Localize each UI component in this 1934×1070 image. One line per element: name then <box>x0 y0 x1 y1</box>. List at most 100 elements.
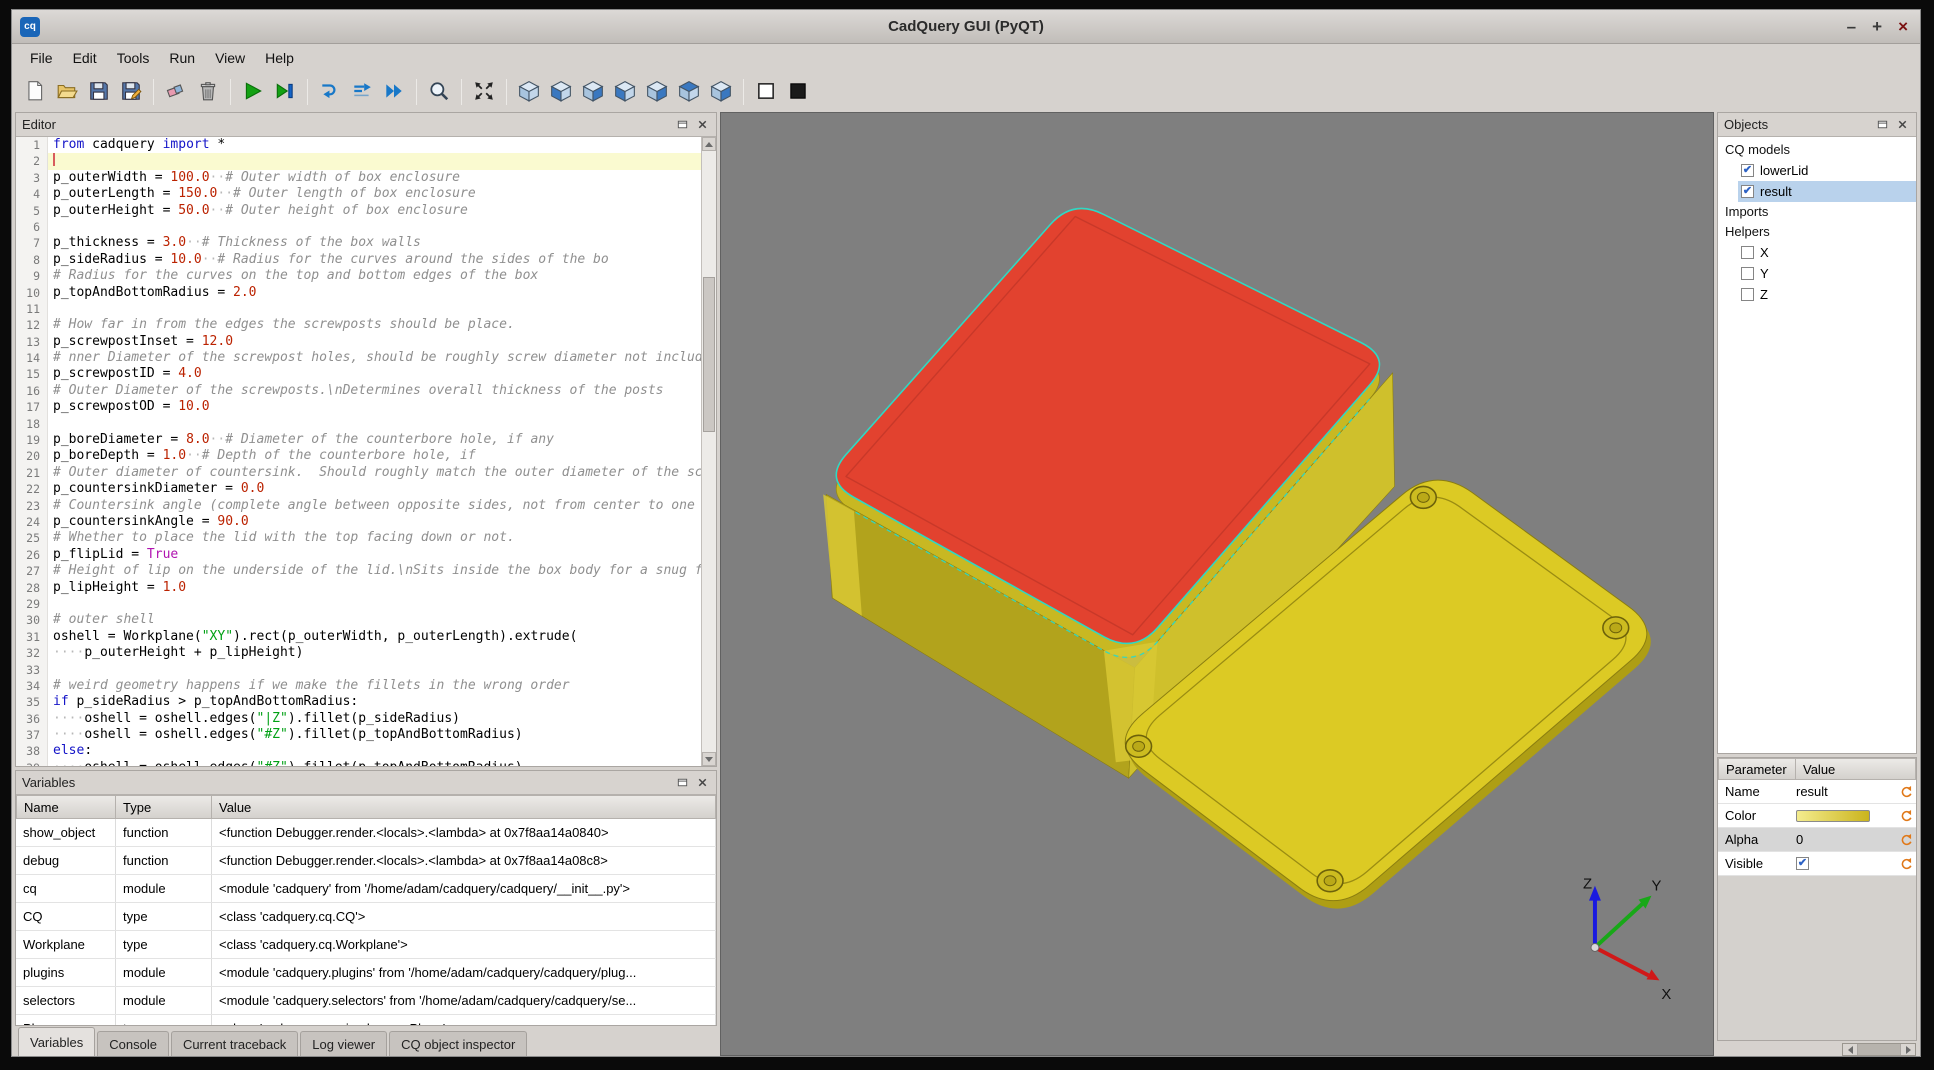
fit-all-button[interactable] <box>469 77 499 107</box>
code-line-1[interactable]: 1from cadquery import * <box>16 137 701 153</box>
variables-row-CQ[interactable]: CQtype<class 'cadquery.cq.CQ'> <box>16 903 716 931</box>
objects-group-helpers[interactable]: Helpers <box>1718 222 1916 242</box>
code-line-15[interactable]: 15p_screwpostID = 4.0 <box>16 366 701 382</box>
close-icon[interactable] <box>694 775 710 791</box>
code-line-4[interactable]: 4p_outerLength = 150.0··# Outer length o… <box>16 186 701 202</box>
scroll-left-icon[interactable] <box>1843 1044 1858 1055</box>
code-line-19[interactable]: 19p_boreDiameter = 8.0··# Diameter of th… <box>16 432 701 448</box>
objects-item-result[interactable]: result <box>1738 181 1916 202</box>
objects-group-imports[interactable]: Imports <box>1718 202 1916 222</box>
scroll-right-icon[interactable] <box>1900 1044 1915 1055</box>
code-line-3[interactable]: 3p_outerWidth = 100.0··# Outer width of … <box>16 170 701 186</box>
parameter-column-value[interactable]: Value <box>1796 758 1916 780</box>
view-front-button[interactable] <box>546 77 576 107</box>
visibility-checkbox[interactable] <box>1741 246 1754 259</box>
code-line-29[interactable]: 29 <box>16 596 701 612</box>
code-line-31[interactable]: 31oshell = Workplane("XY").rect(p_outerW… <box>16 629 701 645</box>
continue-button[interactable] <box>379 77 409 107</box>
3d-viewport[interactable]: Z Y X <box>720 112 1714 1056</box>
param-row-name[interactable]: Nameresult <box>1718 780 1916 804</box>
code-line-20[interactable]: 20p_boreDepth = 1.0··# Depth of the coun… <box>16 448 701 464</box>
param-row-visible[interactable]: Visible <box>1718 852 1916 876</box>
tab-console[interactable]: Console <box>97 1031 169 1056</box>
code-line-10[interactable]: 10p_topAndBottomRadius = 2.0 <box>16 285 701 301</box>
code-line-36[interactable]: 36····oshell = oshell.edges("|Z").fillet… <box>16 711 701 727</box>
reset-icon[interactable] <box>1896 809 1916 823</box>
code-line-6[interactable]: 6 <box>16 219 701 235</box>
code-line-8[interactable]: 8p_sideRadius = 10.0··# Radius for the c… <box>16 252 701 268</box>
variables-row-show_object[interactable]: show_objectfunction<function Debugger.re… <box>16 819 716 847</box>
menu-edit[interactable]: Edit <box>63 46 107 70</box>
objects-group-cq-models[interactable]: CQ models <box>1718 140 1916 160</box>
float-icon[interactable] <box>674 775 690 791</box>
visibility-checkbox[interactable] <box>1741 185 1754 198</box>
code-line-17[interactable]: 17p_screwpostOD = 10.0 <box>16 399 701 415</box>
tab-current-traceback[interactable]: Current traceback <box>171 1031 298 1056</box>
variables-column-name[interactable]: Name <box>16 795 116 819</box>
code-line-9[interactable]: 9# Radius for the curves on the top and … <box>16 268 701 284</box>
view-iso-button[interactable] <box>514 77 544 107</box>
save-button[interactable] <box>84 77 114 107</box>
view-right-button[interactable] <box>642 77 672 107</box>
wireframe-button[interactable] <box>751 77 781 107</box>
code-line-13[interactable]: 13p_screwpostInset = 12.0 <box>16 334 701 350</box>
open-button[interactable] <box>52 77 82 107</box>
hscroll-thumb[interactable] <box>1858 1044 1900 1055</box>
scrollbar-thumb[interactable] <box>703 277 715 432</box>
param-row-alpha[interactable]: Alpha0 <box>1718 828 1916 852</box>
parameter-column-parameter[interactable]: Parameter <box>1718 758 1796 780</box>
code-line-23[interactable]: 23# Countersink angle (complete angle be… <box>16 498 701 514</box>
code-line-16[interactable]: 16# Outer Diameter of the screwposts.\nD… <box>16 383 701 399</box>
menu-file[interactable]: File <box>20 46 63 70</box>
code-line-26[interactable]: 26p_flipLid = True <box>16 547 701 563</box>
view-top-button[interactable] <box>674 77 704 107</box>
zoom-button[interactable] <box>424 77 454 107</box>
tab-variables[interactable]: Variables <box>18 1027 95 1056</box>
scroll-up-icon[interactable] <box>702 137 716 151</box>
visibility-checkbox[interactable] <box>1741 164 1754 177</box>
code-line-27[interactable]: 27# Height of lip on the underside of th… <box>16 563 701 579</box>
menu-view[interactable]: View <box>205 46 255 70</box>
menu-help[interactable]: Help <box>255 46 304 70</box>
float-icon[interactable] <box>1874 117 1890 133</box>
scroll-down-icon[interactable] <box>702 752 716 766</box>
code-line-7[interactable]: 7p_thickness = 3.0··# Thickness of the b… <box>16 235 701 251</box>
variables-row-cq[interactable]: cqmodule<module 'cadquery' from '/home/a… <box>16 875 716 903</box>
view-back-button[interactable] <box>578 77 608 107</box>
menu-run[interactable]: Run <box>159 46 205 70</box>
variables-row-plugins[interactable]: pluginsmodule<module 'cadquery.plugins' … <box>16 959 716 987</box>
tab-log-viewer[interactable]: Log viewer <box>300 1031 387 1056</box>
code-line-30[interactable]: 30# outer shell <box>16 612 701 628</box>
code-line-28[interactable]: 28p_lipHeight = 1.0 <box>16 580 701 596</box>
code-line-18[interactable]: 18 <box>16 416 701 432</box>
reset-icon[interactable] <box>1896 785 1916 799</box>
code-line-34[interactable]: 34# weird geometry happens if we make th… <box>16 678 701 694</box>
reset-icon[interactable] <box>1896 857 1916 871</box>
variables-column-type[interactable]: Type <box>116 795 212 819</box>
code-line-33[interactable]: 33 <box>16 662 701 678</box>
code-line-35[interactable]: 35if p_sideRadius > p_topAndBottomRadius… <box>16 694 701 710</box>
code-line-25[interactable]: 25# Whether to place the lid with the to… <box>16 530 701 546</box>
code-line-37[interactable]: 37····oshell = oshell.edges("#Z").fillet… <box>16 727 701 743</box>
objects-item-z[interactable]: Z <box>1738 284 1916 305</box>
code-line-12[interactable]: 12# How far in from the edges the screwp… <box>16 317 701 333</box>
step-over-button[interactable] <box>347 77 377 107</box>
run-button[interactable] <box>238 77 268 107</box>
code-line-24[interactable]: 24p_countersinkAngle = 90.0 <box>16 514 701 530</box>
step-into-button[interactable] <box>315 77 345 107</box>
save-as-button[interactable] <box>116 77 146 107</box>
code-line-5[interactable]: 5p_outerHeight = 50.0··# Outer height of… <box>16 203 701 219</box>
code-line-11[interactable]: 11 <box>16 301 701 317</box>
new-button[interactable] <box>20 77 50 107</box>
color-swatch[interactable] <box>1796 810 1870 822</box>
variables-row-Plane[interactable]: Planetype<class 'cadquery.occ_impl.geom.… <box>16 1015 716 1025</box>
code-line-38[interactable]: 38else: <box>16 743 701 759</box>
variables-row-debug[interactable]: debugfunction<function Debugger.render.<… <box>16 847 716 875</box>
close-button[interactable]: × <box>1898 18 1908 35</box>
close-icon[interactable] <box>694 117 710 133</box>
visible-checkbox[interactable] <box>1796 857 1809 870</box>
visibility-checkbox[interactable] <box>1741 288 1754 301</box>
view-bottom-button[interactable] <box>706 77 736 107</box>
editor-scrollbar[interactable] <box>701 137 716 766</box>
variables-column-value[interactable]: Value <box>212 795 716 819</box>
